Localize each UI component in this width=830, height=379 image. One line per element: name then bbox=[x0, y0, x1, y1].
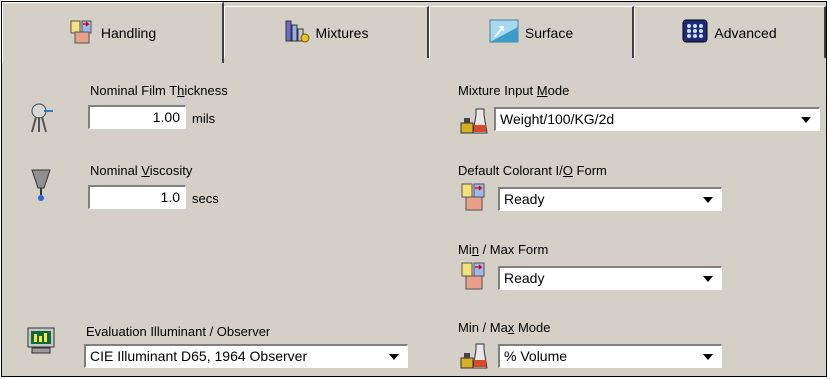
illuminant-select[interactable]: CIE Illuminant D65, 1964 Observer bbox=[84, 344, 408, 368]
chevron-down-icon[interactable] bbox=[801, 117, 811, 123]
min-max-form-value: Ready bbox=[504, 270, 545, 286]
illuminant-value: CIE Illuminant D65, 1964 Observer bbox=[90, 348, 308, 364]
tab-mixtures-label: Mixtures bbox=[315, 24, 369, 41]
min-max-mode-select[interactable]: % Volume bbox=[498, 344, 722, 368]
scale-flask-icon bbox=[460, 342, 488, 373]
min-max-form-select[interactable]: Ready bbox=[498, 266, 722, 290]
monitor-icon bbox=[26, 327, 56, 358]
spray-gun-icon bbox=[28, 102, 54, 137]
tab-surface-label: Surface bbox=[524, 24, 574, 41]
tab-mixtures[interactable]: Mixtures bbox=[224, 6, 429, 58]
mixture-beakers-icon bbox=[460, 182, 488, 215]
chevron-down-icon[interactable] bbox=[703, 276, 713, 282]
handling-panel: Nominal Film Thickness 1.00 mils Nominal… bbox=[2, 62, 826, 376]
viscosity-input[interactable]: 1.0 bbox=[88, 185, 186, 209]
mixture-input-mode-value: Weight/100/KG/2d bbox=[500, 111, 615, 127]
scale-flask-icon bbox=[460, 107, 488, 138]
mixture-input-mode-select[interactable]: Weight/100/KG/2d bbox=[494, 107, 820, 131]
min-max-form-label: Min / Max Form bbox=[458, 242, 549, 257]
surface-icon bbox=[489, 19, 519, 46]
advanced-grid-icon bbox=[682, 19, 708, 46]
mixture-input-mode-label: Mixture Input Mode bbox=[458, 83, 570, 98]
tab-handling-label: Handling bbox=[100, 25, 157, 41]
film-thickness-unit: mils bbox=[192, 111, 216, 126]
tab-strip: Handling Mixtures Surface Advanced bbox=[2, 2, 826, 63]
colorant-io-form-label: Default Colorant I/O Form bbox=[458, 163, 607, 178]
viscosity-cup-icon bbox=[30, 168, 52, 205]
film-thickness-input[interactable]: 1.00 bbox=[88, 105, 186, 129]
viscosity-unit: secs bbox=[192, 191, 219, 206]
illuminant-label: Evaluation Illuminant / Observer bbox=[86, 324, 271, 339]
film-thickness-label: Nominal Film Thickness bbox=[90, 83, 228, 98]
handling-dialog: Handling Mixtures Surface Advanced Nomin… bbox=[1, 1, 827, 377]
tab-advanced-label: Advanced bbox=[714, 24, 777, 41]
chevron-down-icon[interactable] bbox=[703, 197, 713, 203]
colorant-io-form-value: Ready bbox=[504, 191, 545, 207]
colorant-io-form-select[interactable]: Ready bbox=[498, 187, 722, 211]
chevron-down-icon[interactable] bbox=[389, 354, 399, 360]
min-max-mode-value: % Volume bbox=[504, 348, 568, 364]
tab-surface[interactable]: Surface bbox=[429, 6, 634, 58]
viscosity-label: Nominal Viscosity bbox=[90, 163, 193, 178]
mixtures-bars-icon bbox=[284, 18, 310, 47]
chevron-down-icon[interactable] bbox=[703, 354, 713, 360]
min-max-mode-label: Min / Max Mode bbox=[458, 320, 551, 335]
mixture-beakers-icon bbox=[69, 19, 95, 48]
mixture-beakers-icon bbox=[460, 261, 488, 294]
tab-advanced[interactable]: Advanced bbox=[634, 6, 826, 58]
tab-handling[interactable]: Handling bbox=[2, 2, 224, 63]
